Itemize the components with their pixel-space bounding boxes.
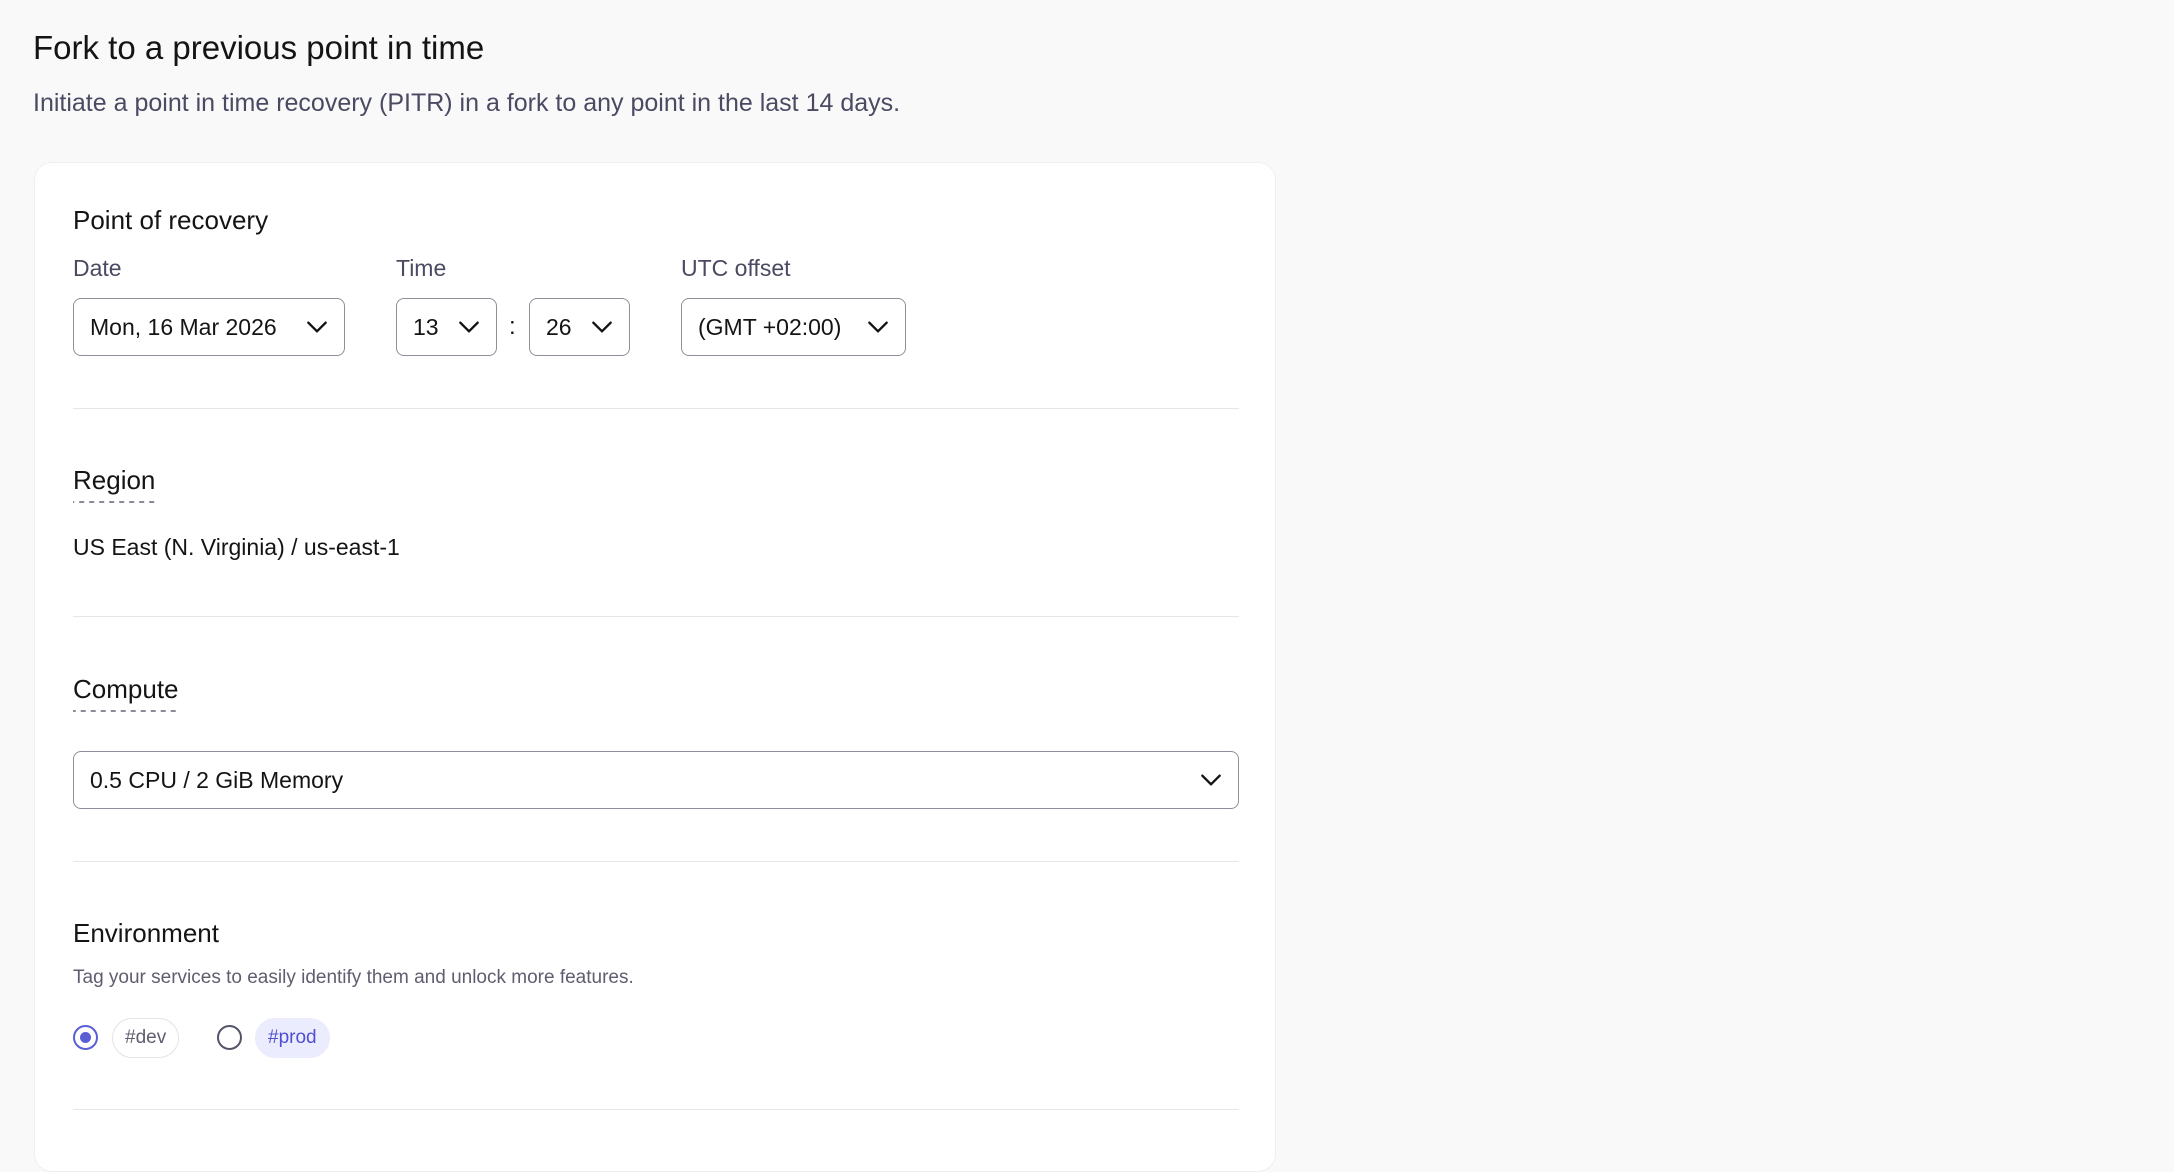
time-label: Time (396, 255, 447, 281)
compute-title[interactable]: Compute (73, 672, 179, 712)
section-divider (73, 861, 1239, 862)
utc-offset-label: UTC offset (681, 255, 791, 281)
fork-settings-card: Point of recovery Date Mon, 16 Mar 2026 … (34, 162, 1276, 1172)
date-select[interactable]: Mon, 16 Mar 2026 (73, 298, 345, 356)
minute-select-value: 26 (546, 313, 572, 340)
minute-select[interactable]: 26 (529, 298, 630, 356)
page-title: Fork to a previous point in time (33, 29, 485, 66)
utc-offset-select[interactable]: (GMT +02:00) (681, 298, 906, 356)
tag-dev[interactable]: #dev (112, 1018, 180, 1058)
chevron-down-icon (307, 321, 327, 333)
section-divider (73, 408, 1239, 409)
hour-select[interactable]: 13 (396, 298, 497, 356)
page-subtitle: Initiate a point in time recovery (PITR)… (33, 89, 901, 117)
date-select-value: Mon, 16 Mar 2026 (90, 313, 277, 340)
chevron-down-icon (868, 321, 888, 333)
section-divider (73, 616, 1239, 617)
environment-radio-dev[interactable] (73, 1025, 98, 1050)
time-separator: : (509, 313, 516, 340)
utc-offset-select-value: (GMT +02:00) (698, 313, 842, 340)
date-label: Date (73, 255, 122, 281)
compute-select-value: 0.5 CPU / 2 GiB Memory (90, 766, 344, 793)
hour-select-value: 13 (413, 313, 439, 340)
chevron-down-icon (592, 321, 612, 333)
region-value: US East (N. Virginia) / us-east-1 (73, 534, 400, 560)
section-divider (73, 1109, 1239, 1110)
environment-radio-prod[interactable] (217, 1025, 242, 1050)
region-title[interactable]: Region (73, 463, 156, 503)
environment-title: Environment (73, 918, 219, 948)
point-of-recovery-title: Point of recovery (73, 205, 269, 235)
environment-helper-text: Tag your services to easily identify the… (73, 967, 634, 988)
tag-prod[interactable]: #prod (255, 1018, 330, 1058)
chevron-down-icon (459, 321, 479, 333)
compute-select[interactable]: 0.5 CPU / 2 GiB Memory (73, 751, 1239, 809)
chevron-down-icon (1201, 774, 1221, 786)
